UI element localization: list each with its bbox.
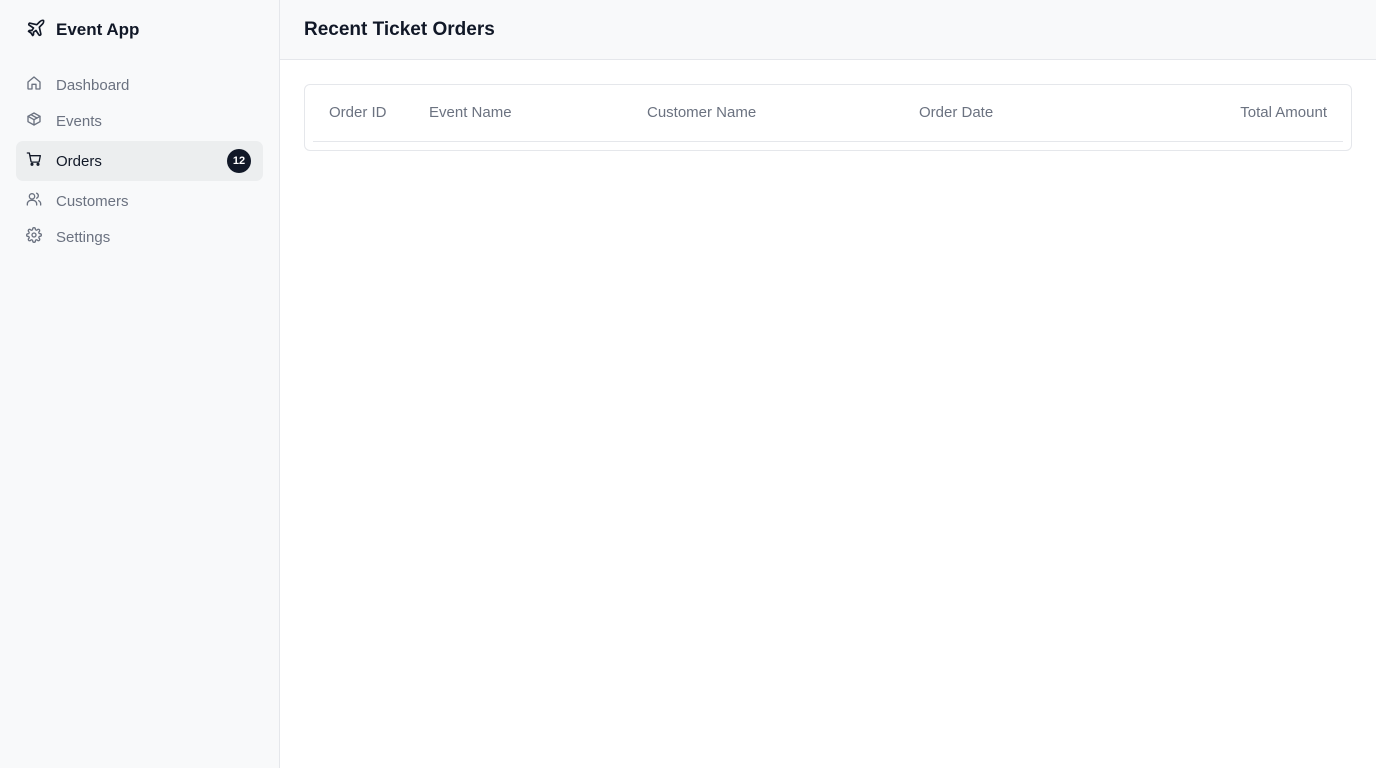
package-icon <box>26 111 42 131</box>
sidebar-item-label: Settings <box>56 228 111 246</box>
column-header-event-name[interactable]: Event Name <box>413 85 631 142</box>
sidebar-item-label: Events <box>56 112 102 130</box>
main-area: Recent Ticket Orders Order ID Event Name… <box>280 0 1376 768</box>
table-header-row: Order ID Event Name Customer Name Order … <box>313 85 1343 142</box>
sidebar-item-dashboard[interactable]: Dashboard <box>16 67 263 103</box>
sidebar-item-label: Customers <box>56 192 129 210</box>
orders-count-badge: 12 <box>227 149 251 173</box>
sidebar-item-customers[interactable]: Customers <box>16 183 263 219</box>
column-header-order-date[interactable]: Order Date <box>903 85 1111 142</box>
page-header: Recent Ticket Orders <box>280 0 1376 60</box>
sidebar-item-orders[interactable]: Orders 12 <box>16 141 263 181</box>
gear-icon <box>26 227 42 247</box>
shopping-cart-icon <box>26 151 42 171</box>
orders-table: Order ID Event Name Customer Name Order … <box>313 85 1343 142</box>
column-header-total-amount[interactable]: Total Amount <box>1110 85 1343 142</box>
home-icon <box>26 75 42 95</box>
plane-icon <box>26 18 46 43</box>
content: Order ID Event Name Customer Name Order … <box>280 60 1376 175</box>
sidebar-item-settings[interactable]: Settings <box>16 219 263 255</box>
sidebar: Event App Dashboard Events Orders 12 Cus… <box>0 0 280 768</box>
sidebar-item-events[interactable]: Events <box>16 103 263 139</box>
column-header-order-id[interactable]: Order ID <box>313 85 413 142</box>
brand[interactable]: Event App <box>16 0 263 60</box>
sidebar-item-label: Orders <box>56 152 102 170</box>
sidebar-item-label: Dashboard <box>56 76 130 94</box>
orders-table-card: Order ID Event Name Customer Name Order … <box>304 84 1352 151</box>
column-header-customer-name[interactable]: Customer Name <box>631 85 903 142</box>
users-icon <box>26 191 42 211</box>
page-title: Recent Ticket Orders <box>304 18 495 40</box>
sidebar-nav: Dashboard Events Orders 12 Customers Set… <box>16 67 263 255</box>
app-name: Event App <box>56 20 140 39</box>
